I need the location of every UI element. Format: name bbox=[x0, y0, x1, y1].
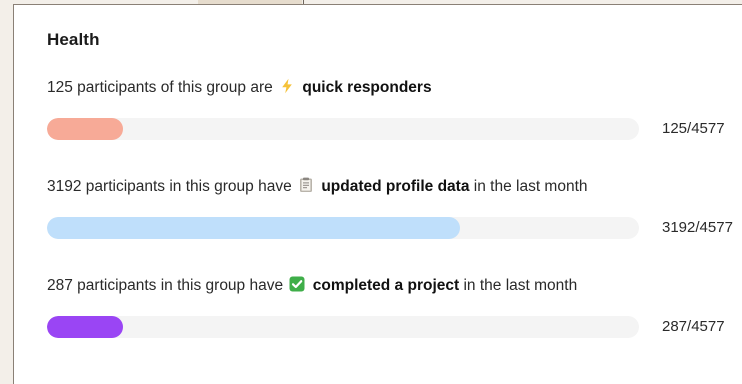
check-box-icon bbox=[289, 276, 305, 292]
count-completed-project: 287/4577 bbox=[662, 318, 725, 335]
metric-text-quick-responders: 125 participants of this group are quick… bbox=[47, 78, 432, 97]
section-title: Health bbox=[47, 30, 100, 49]
progress-track-completed-project bbox=[47, 316, 639, 338]
metric-highlight: quick responders bbox=[302, 79, 432, 96]
metric-prefix: 125 participants of this group are bbox=[47, 79, 273, 96]
progress-track-quick-responders bbox=[47, 118, 639, 140]
progress-fill-updated-profile bbox=[47, 217, 460, 239]
progress-fill-completed-project bbox=[47, 316, 123, 338]
metric-prefix: 3192 participants in this group have bbox=[47, 178, 292, 195]
metric-text-completed-project: 287 participants in this group have comp… bbox=[47, 276, 577, 295]
count-updated-profile: 3192/4577 bbox=[662, 219, 733, 236]
metric-suffix: in the last month bbox=[473, 178, 588, 195]
metric-text-updated-profile: 3192 participants in this group have upd… bbox=[47, 177, 588, 196]
metric-prefix: 287 participants in this group have bbox=[47, 277, 284, 294]
clipboard-icon bbox=[300, 177, 313, 192]
lightning-icon bbox=[282, 78, 292, 94]
metric-suffix: in the last month bbox=[463, 277, 578, 294]
metric-highlight: updated profile data bbox=[321, 178, 470, 195]
progress-fill-quick-responders bbox=[47, 118, 123, 140]
health-card: Health 125 participants of this group ar… bbox=[13, 4, 742, 384]
count-quick-responders: 125/4577 bbox=[662, 120, 725, 137]
progress-track-updated-profile bbox=[47, 217, 639, 239]
metric-highlight: completed a project bbox=[312, 277, 460, 294]
